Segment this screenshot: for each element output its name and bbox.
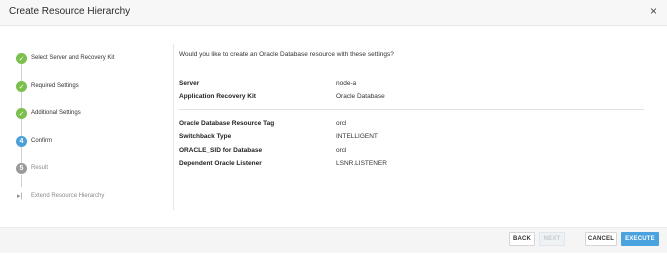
step-label-select-server: Select Server and Recovery Kit [31, 55, 115, 61]
section-divider [179, 109, 644, 110]
setting-key-resource-tag: Oracle Database Resource Tag [179, 120, 275, 127]
confirm-question: Would you like to create an Oracle Datab… [179, 51, 394, 58]
setting-value-server: node-a [336, 80, 357, 87]
dialog-footer [0, 227, 667, 253]
step-connector [21, 147, 22, 164]
setting-key-oracle-sid: ORACLE_SID for Database [179, 147, 263, 154]
setting-value-oracle-sid: orcl [336, 147, 347, 154]
setting-key-switchback: Switchback Type [179, 133, 232, 140]
step-connector [21, 92, 22, 109]
step-label-required-settings: Required Settings [31, 83, 79, 89]
step-connector [21, 119, 22, 136]
step-number-icon: 5 [16, 163, 27, 174]
setting-value-resource-tag: orcl [336, 120, 347, 127]
step-connector [21, 64, 22, 82]
execute-button[interactable]: EXECUTE [621, 232, 659, 246]
step-label-result: Result [31, 165, 49, 171]
setting-key-server: Server [179, 80, 200, 87]
next-button[interactable]: NEXT [539, 232, 565, 246]
check-icon: ✓ [16, 81, 27, 92]
step-label-additional-settings: Additional Settings [31, 110, 81, 116]
setting-value-recovery-kit: Oracle Database [336, 93, 385, 100]
setting-value-switchback: INTELLIGENT [336, 133, 378, 140]
step-label-extend-hierarchy: Extend Resource Hierarchy [31, 193, 105, 199]
step-connector [21, 175, 22, 187]
setting-key-recovery-kit: Application Recovery Kit [179, 93, 256, 100]
step-number-icon: 4 [16, 136, 27, 147]
skip-arrow-icon: ▸| [17, 193, 23, 200]
check-icon: ✓ [16, 108, 27, 119]
dialog-titlebar: Create Resource Hierarchy × [0, 0, 667, 26]
setting-value-listener: LSNR.LISTENER [336, 160, 387, 167]
dialog-title: Create Resource Hierarchy [9, 6, 131, 17]
cancel-button[interactable]: CANCEL [585, 232, 617, 246]
sidebar-divider [173, 44, 174, 210]
close-icon[interactable]: × [650, 4, 657, 18]
back-button[interactable]: BACK [509, 232, 535, 246]
check-icon: ✓ [16, 53, 27, 64]
step-label-confirm: Confirm [31, 138, 53, 144]
setting-key-listener: Dependent Oracle Listener [179, 160, 262, 167]
